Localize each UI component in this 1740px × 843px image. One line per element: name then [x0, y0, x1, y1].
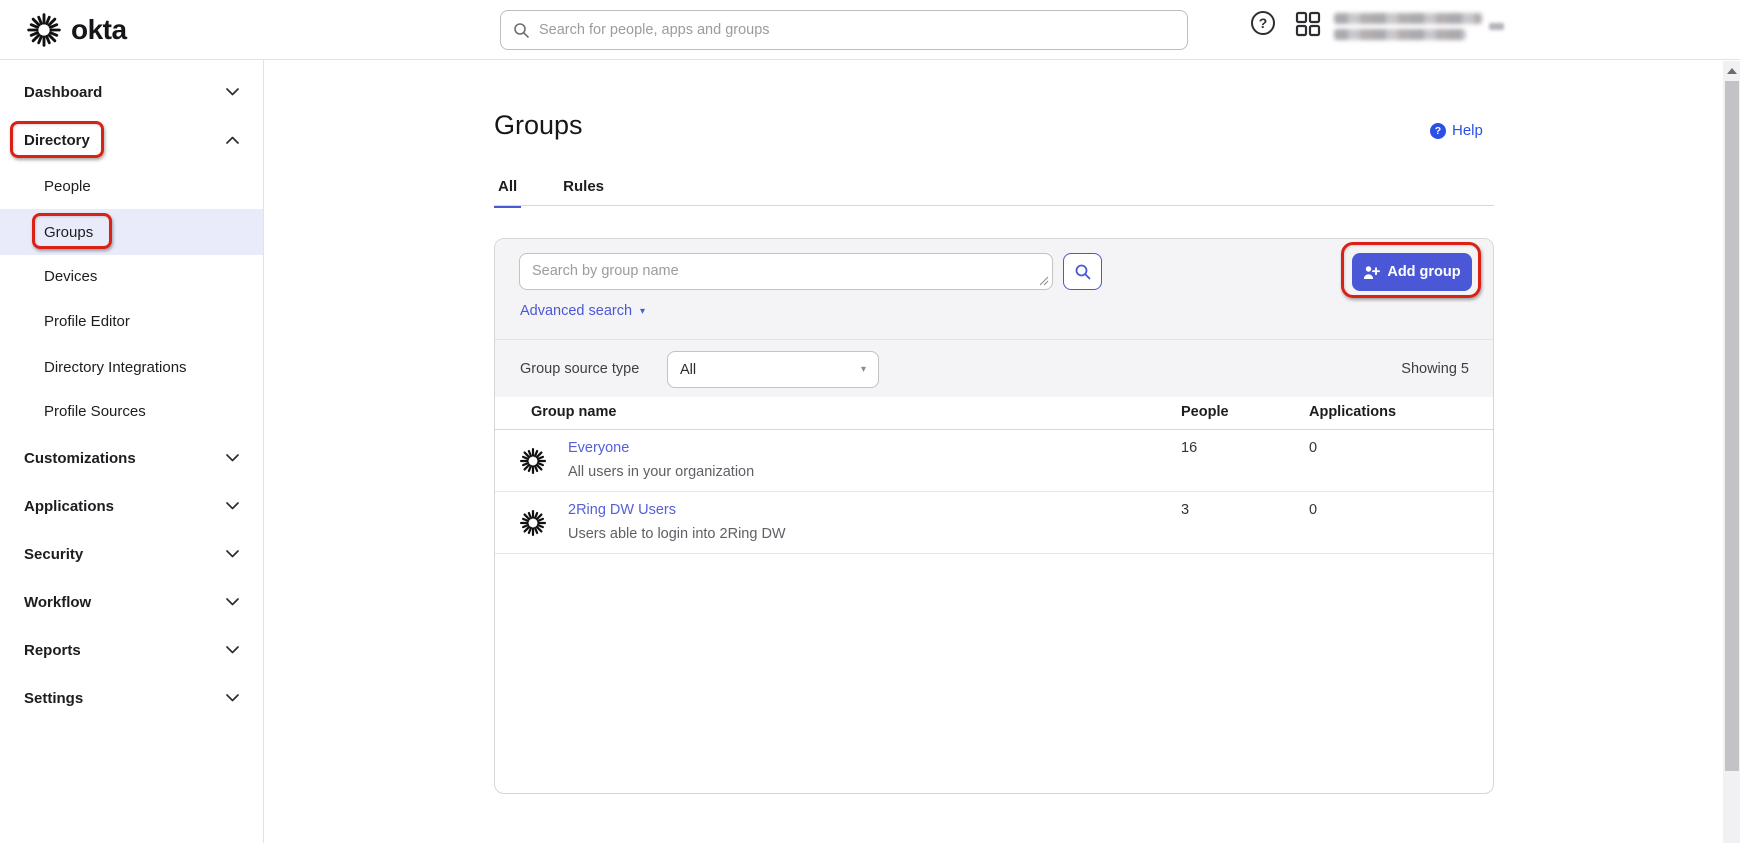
group-search-box [519, 253, 1053, 290]
tabs-divider [494, 205, 1494, 206]
user-account-menu[interactable] [1334, 13, 1504, 40]
sidebar-item-settings[interactable]: Settings [0, 675, 263, 721]
group-search-input[interactable] [520, 254, 1052, 289]
global-search [500, 10, 1188, 50]
sidebar-nav: Dashboard Directory People Groups Device… [0, 60, 264, 843]
sidebar-item-workflow[interactable]: Workflow [0, 579, 263, 625]
group-description: Users able to login into 2Ring DW [568, 526, 786, 542]
table-header: Group name People Applications [495, 397, 1493, 430]
table-row: 2Ring DW Users Users able to login into … [495, 492, 1493, 554]
selected-source-value: All [680, 362, 861, 378]
people-count: 3 [1181, 502, 1189, 518]
column-people: People [1181, 404, 1229, 420]
scrollbar-thumb[interactable] [1725, 81, 1739, 771]
filter-row: Group source type All ▾ Showing 5 [495, 339, 1493, 397]
advanced-search-link[interactable]: Advanced search ▾ [520, 303, 645, 319]
group-search-section: Advanced search ▾ Add group [495, 239, 1493, 339]
sidebar-item-profile-sources[interactable]: Profile Sources [0, 388, 263, 434]
scroll-up-arrow[interactable] [1727, 68, 1737, 74]
add-group-button[interactable]: Add group [1352, 253, 1472, 291]
sidebar-item-customizations[interactable]: Customizations [0, 435, 263, 481]
add-person-icon [1363, 265, 1380, 280]
table-row: Everyone All users in your organization … [495, 430, 1493, 492]
group-okta-icon [519, 447, 547, 475]
okta-logo[interactable]: okta [26, 12, 127, 48]
global-search-input[interactable] [539, 22, 1175, 38]
main-content: Groups ? Help All Rules [264, 60, 1740, 843]
okta-spinner-icon [26, 12, 62, 48]
groups-panel: Advanced search ▾ Add group Group source… [494, 238, 1494, 794]
vertical-scrollbar [1723, 61, 1740, 843]
groups-tabs: All Rules [494, 178, 608, 207]
chevron-down-icon [226, 88, 239, 96]
sidebar-item-devices[interactable]: Devices [0, 253, 263, 299]
column-applications: Applications [1309, 404, 1396, 420]
user-email-redacted [1334, 13, 1482, 24]
okta-wordmark: okta [71, 14, 127, 46]
top-bar: okta ? [0, 0, 1740, 60]
chevron-up-icon [226, 136, 239, 144]
chevron-down-icon [226, 454, 239, 462]
group-source-type-label: Group source type [520, 361, 639, 377]
tab-rules[interactable]: Rules [559, 178, 608, 207]
chevron-down-icon [226, 694, 239, 702]
chevron-down-icon [226, 502, 239, 510]
applications-count: 0 [1309, 502, 1317, 518]
sidebar-item-dashboard[interactable]: Dashboard [0, 69, 263, 115]
group-link-2ring-dw-users[interactable]: 2Ring DW Users [568, 502, 676, 518]
sidebar-item-reports[interactable]: Reports [0, 627, 263, 673]
page-title: Groups [494, 110, 583, 141]
group-okta-icon [519, 509, 547, 537]
sidebar-item-applications[interactable]: Applications [0, 483, 263, 529]
people-count: 16 [1181, 440, 1197, 456]
showing-count: Showing 5 [1401, 361, 1469, 377]
tab-all[interactable]: All [494, 178, 521, 207]
sidebar-item-directory[interactable]: Directory [0, 117, 263, 163]
page-help-link[interactable]: ? Help [1430, 122, 1483, 139]
sidebar-item-security[interactable]: Security [0, 531, 263, 577]
caret-down-icon: ▾ [640, 306, 645, 317]
chevron-down-icon [226, 550, 239, 558]
group-link-everyone[interactable]: Everyone [568, 440, 629, 456]
help-info-icon: ? [1430, 123, 1446, 139]
caret-down-icon: ▾ [861, 364, 866, 375]
user-org-redacted [1334, 29, 1466, 40]
sidebar-item-people[interactable]: People [0, 163, 263, 209]
help-icon[interactable]: ? [1251, 11, 1275, 35]
group-search-button[interactable] [1063, 253, 1102, 290]
user-menu-caret-icon [1489, 23, 1504, 30]
help-link-label: Help [1452, 122, 1483, 139]
chevron-down-icon [226, 646, 239, 654]
resize-grip-icon[interactable] [1039, 276, 1049, 286]
sidebar-item-groups[interactable]: Groups [0, 209, 263, 255]
apps-grid-icon[interactable] [1295, 11, 1321, 37]
column-group-name: Group name [531, 404, 616, 420]
applications-count: 0 [1309, 440, 1317, 456]
sidebar-item-profile-editor[interactable]: Profile Editor [0, 298, 263, 344]
search-icon [513, 22, 530, 39]
add-group-label: Add group [1387, 264, 1460, 280]
group-description: All users in your organization [568, 464, 754, 480]
sidebar-item-directory-integrations[interactable]: Directory Integrations [0, 344, 263, 390]
group-source-type-select[interactable]: All ▾ [667, 351, 879, 388]
chevron-down-icon [226, 598, 239, 606]
